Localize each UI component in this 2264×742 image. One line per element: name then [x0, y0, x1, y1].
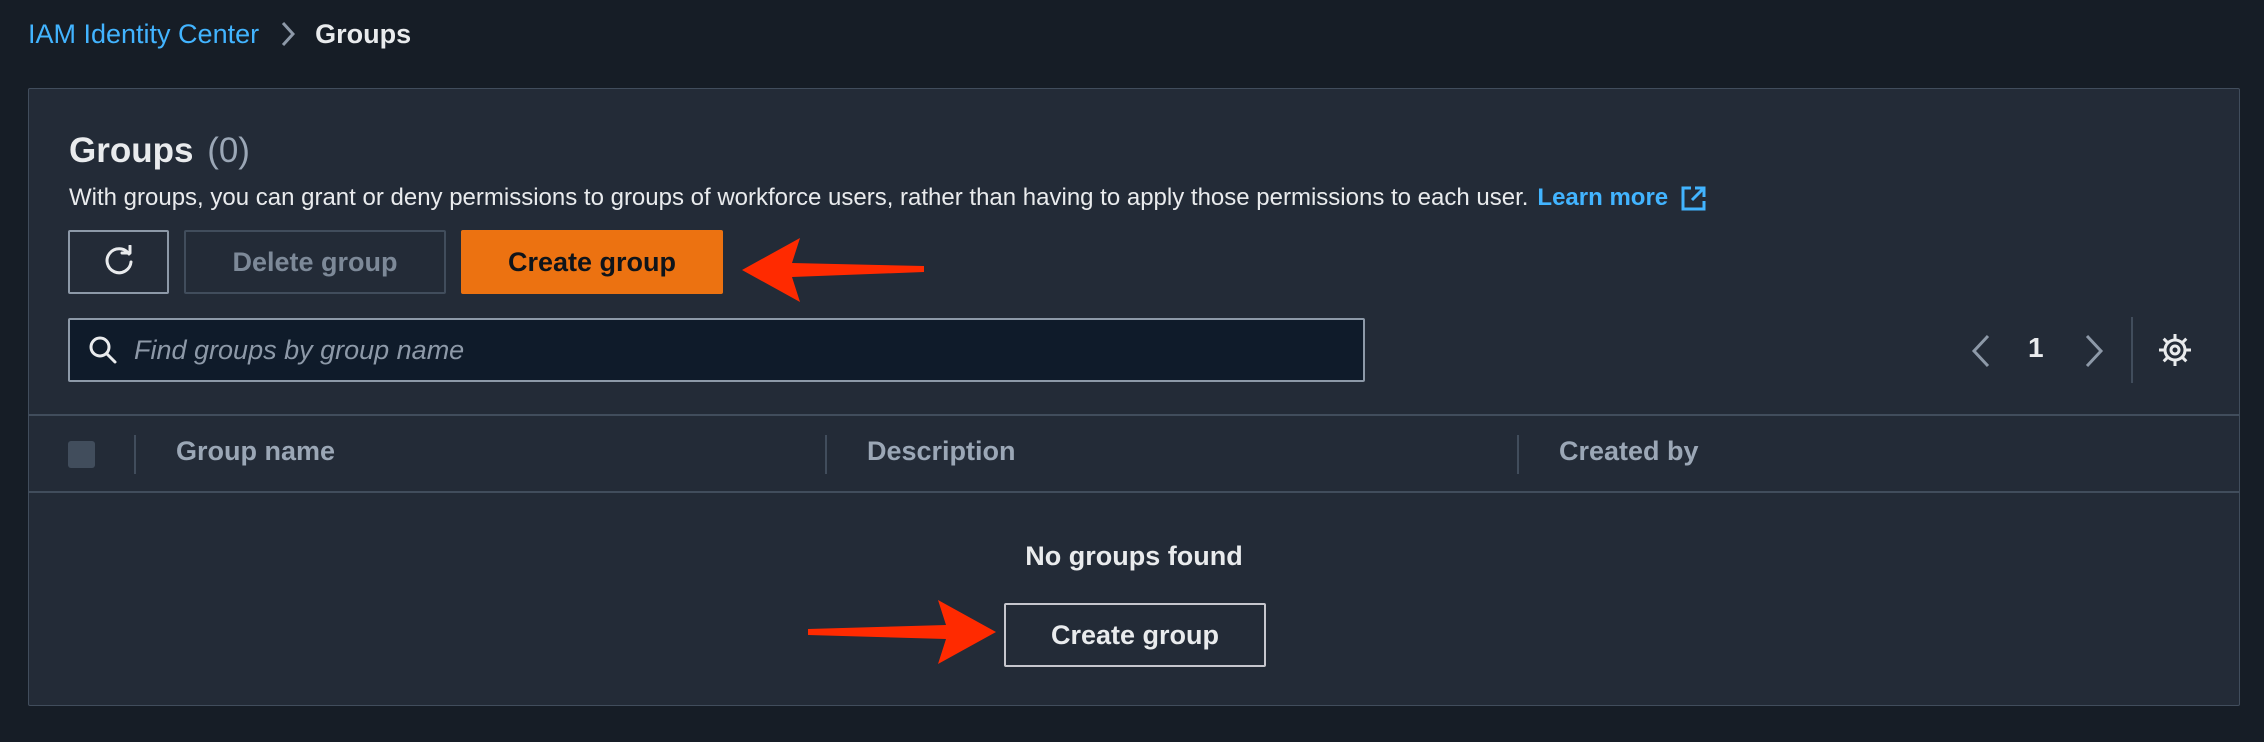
external-link-icon[interactable] — [1680, 185, 1707, 212]
breadcrumb-current-page: Groups — [315, 18, 412, 49]
empty-state-title: No groups found — [1025, 541, 1243, 571]
learn-more-link[interactable]: Learn more — [1537, 184, 1668, 212]
column-header-created-by[interactable]: Created by — [1559, 436, 1699, 467]
page-title: Groups (0) — [69, 131, 250, 171]
delete-group-button[interactable]: Delete group — [184, 230, 446, 294]
page-title-text: Groups — [69, 131, 194, 170]
column-header-description[interactable]: Description — [867, 436, 1016, 467]
previous-page-icon[interactable] — [1971, 334, 1991, 373]
table-header: Group name Description Created by — [29, 414, 2239, 493]
column-divider — [134, 435, 136, 474]
breadcrumb-iam-identity-center-link[interactable]: IAM Identity Center — [28, 19, 259, 50]
page-description-text: With groups, you can grant or deny permi… — [69, 184, 1529, 211]
page-description: With groups, you can grant or deny permi… — [69, 184, 1707, 212]
search-input[interactable] — [132, 333, 1336, 367]
create-group-button[interactable]: Create group — [461, 230, 723, 294]
annotation-arrow-right — [808, 600, 996, 664]
page-number-current[interactable]: 1 — [2028, 332, 2044, 364]
column-divider — [825, 435, 827, 474]
refresh-button[interactable] — [68, 230, 169, 294]
groups-panel: Groups (0) With groups, you can grant or… — [28, 88, 2240, 706]
search-icon — [88, 335, 118, 365]
annotation-arrow-left — [742, 238, 924, 302]
pagination-divider — [2131, 317, 2133, 383]
empty-state-create-group-button[interactable]: Create group — [1004, 603, 1266, 667]
select-all-checkbox[interactable] — [68, 441, 95, 468]
column-header-group-name[interactable]: Group name — [176, 436, 335, 467]
search-box[interactable] — [68, 318, 1365, 382]
group-count: (0) — [207, 131, 250, 170]
refresh-icon — [102, 245, 136, 279]
next-page-icon[interactable] — [2084, 334, 2104, 373]
chevron-right-icon — [281, 21, 296, 47]
breadcrumb: IAM Identity Center Groups — [28, 14, 411, 54]
column-divider — [1517, 435, 1519, 474]
gear-icon[interactable] — [2157, 332, 2193, 373]
